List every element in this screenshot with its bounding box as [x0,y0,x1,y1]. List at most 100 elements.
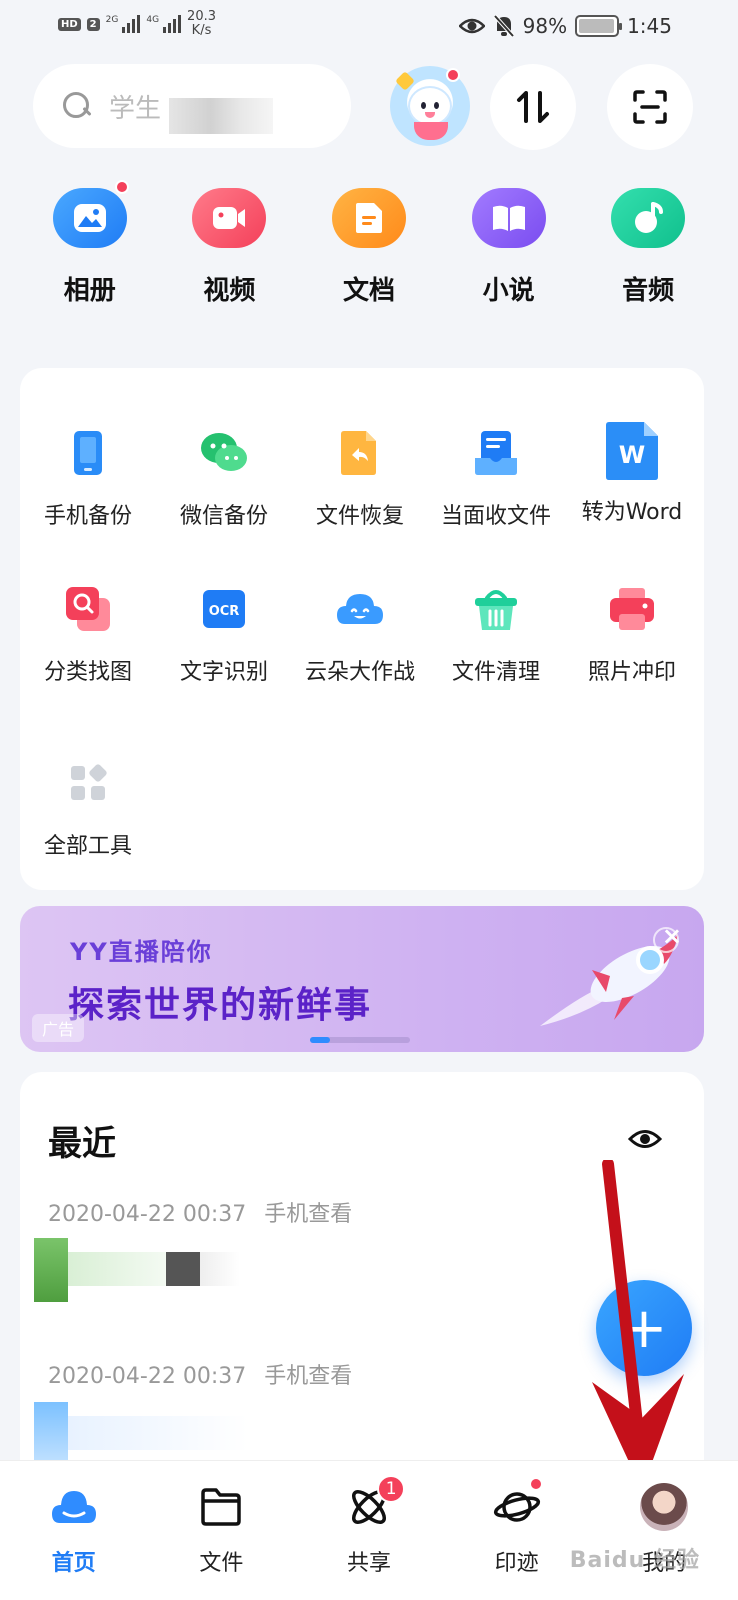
file-thumbnail[interactable] [34,1238,68,1302]
ad-banner[interactable]: YY直播陪你 探索世界的新鲜事 广告 × [20,906,704,1052]
all-tools-grid-icon [71,764,107,800]
tool-label: 微信备份 [179,504,268,529]
transfer-arrows-icon [517,91,549,123]
album-icon [52,180,129,248]
ocr-icon: OCR [203,590,245,628]
signal-icon: 2G [106,15,141,33]
recent-date: 2020-04-22 00:37 [48,1364,247,1389]
tool-all-tools[interactable]: 全部工具 [20,758,156,860]
receive-files-icon [475,431,517,475]
eye-comfort-icon [458,18,485,34]
scan-button[interactable] [607,64,693,150]
tool-file-recovery[interactable]: 文件恢复 [292,428,428,530]
category-novel[interactable]: 小说 [439,188,579,307]
category-label: 音频 [622,276,675,306]
cloud-face-icon [337,594,383,624]
tool-photo-print[interactable]: 照片冲印 [564,584,700,686]
music-icon [611,188,686,248]
video-icon [192,188,267,248]
category-label: 相册 [63,276,116,306]
word-icon: W [606,422,658,480]
ad-label: 广告 [32,1014,85,1042]
mascot-face [410,88,450,124]
eye-icon[interactable] [628,1128,662,1150]
category-album[interactable]: 相册 [20,180,160,307]
tool-receive-files[interactable]: 当面收文件 [428,428,564,530]
banner-title: 探索世界的新鲜事 [68,985,373,1026]
tool-file-cleanup[interactable]: 文件清理 [428,584,564,686]
rocket-illustration [540,927,679,1026]
user-avatar [640,1483,689,1531]
clock: 1:45 [627,14,672,38]
battery-percent: 98% [522,14,568,38]
tool-cloud-battle[interactable]: 云朵大作战 [292,584,428,686]
nav-label: 文件 [199,1551,244,1576]
tool-label: 手机备份 [43,504,132,529]
document-icon [331,188,406,248]
printer-icon [610,588,654,630]
nav-home[interactable]: 首页 [0,1461,148,1600]
redacted-block-2 [200,1252,240,1286]
sim-indicator: 2 [86,17,100,31]
nav-label: 首页 [51,1551,96,1576]
nav-me[interactable]: 我的 [590,1461,738,1600]
search-icon [61,90,93,122]
tool-phone-backup[interactable]: 手机备份 [20,428,156,530]
tool-label: 分类找图 [43,660,132,685]
recent-item-meta: 2020-04-22 00:37 手机查看 [48,1358,352,1390]
folder-icon [201,1488,242,1526]
tool-label: 照片冲印 [587,660,676,685]
search-placeholder: 学生 [109,93,162,124]
category-document[interactable]: 文档 [299,188,439,307]
mute-bell-icon [493,14,515,38]
svg-text:OCR: OCR [209,604,240,619]
phone-backup-icon [74,431,102,475]
transfer-button[interactable] [490,64,576,150]
nav-traces[interactable]: 印迹 [443,1461,591,1600]
category-label: 小说 [482,276,535,306]
tool-ocr[interactable]: OCR 文字识别 [156,584,292,686]
find-images-icon [66,587,110,631]
banner-close-button[interactable]: × [662,922,682,950]
status-bar: HD 2 2G 4G 20.3 K/s 98% 1:45 [0,0,738,56]
annotation-arrow [592,1160,684,1490]
recent-date: 2020-04-22 00:37 [48,1202,247,1227]
scan-icon [633,90,667,124]
avatar-button[interactable] [390,66,470,146]
tool-find-images[interactable]: 分类找图 [20,584,156,686]
wechat-icon [201,433,247,471]
category-audio[interactable]: 音频 [578,188,718,307]
traces-dot [528,1477,543,1491]
album-dot [114,180,129,194]
share-badge: 1 [377,1475,406,1503]
banner-subtitle: YY直播陪你 [70,938,213,966]
hd-indicator: HD [58,17,81,31]
tool-label: 文件恢复 [315,504,404,529]
tool-label: 云朵大作战 [304,660,415,685]
tool-label: 当面收文件 [440,504,551,529]
book-icon [471,188,546,248]
search-bar[interactable]: 学生 [33,64,351,148]
nav-share[interactable]: 1 共享 [295,1461,443,1600]
redacted-text [169,98,273,134]
nav-files[interactable]: 文件 [148,1461,296,1600]
notification-dot [446,68,460,82]
tool-wechat-backup[interactable]: 微信备份 [156,428,292,530]
category-row: 相册 视频 文档 小说 音频 [20,180,718,307]
category-video[interactable]: 视频 [160,188,300,307]
file-thumbnail[interactable] [34,1402,68,1462]
nav-label: 共享 [346,1551,391,1576]
tools-card: 手机备份 微信备份 文件恢复 当面收文件 W 转为Word 分类找图 OCR 文… [20,368,704,890]
cloud-home-icon [51,1491,96,1523]
file-recovery-icon [341,431,376,475]
redacted-filename [68,1416,248,1450]
recent-source: 手机查看 [264,1202,353,1227]
svg-text:W: W [619,441,645,469]
category-label: 文档 [342,276,395,306]
battery-icon [575,15,623,37]
mascot-cape [414,122,448,140]
watermark: Baidu 经验 [569,1548,700,1573]
tool-convert-word[interactable]: W 转为Word [564,420,700,526]
recent-title: 最近 [48,1124,116,1164]
carousel-indicator [310,1037,410,1043]
